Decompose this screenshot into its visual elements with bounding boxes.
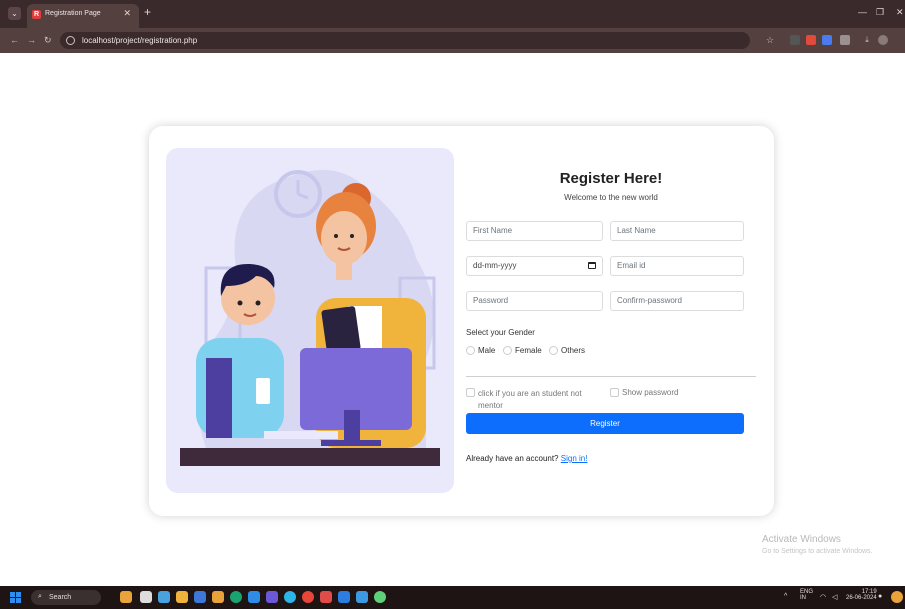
gender-option-female: Female [515,346,542,355]
register-button[interactable]: Register [466,413,744,434]
url-text: localhost/project/registration.php [82,36,198,45]
address-bar: ← → ↻ localhost/project/registration.php… [0,28,905,53]
divider [466,376,756,377]
already-account-label: Already have an account? [466,454,559,463]
app-icon[interactable] [320,591,332,603]
app-icon[interactable] [266,591,278,603]
store-icon[interactable] [248,591,260,603]
gender-option-others: Others [561,346,586,355]
student-checkbox[interactable] [466,388,475,397]
bookmark-star-icon[interactable]: ☆ [766,35,774,46]
app-icon[interactable] [356,591,368,603]
email-input[interactable]: Email id [610,256,744,276]
profile-icon[interactable] [878,35,888,45]
favicon-icon: R [32,10,41,19]
page-viewport: Register Here! Welcome to the new world … [0,53,905,586]
vscode-icon[interactable] [338,591,350,603]
extensions-puzzle-icon[interactable] [840,35,850,45]
task-view-icon[interactable] [140,591,152,603]
folder-icon[interactable] [212,591,224,603]
form-subtitle: Welcome to the new world [564,193,658,202]
wifi-icon[interactable]: ◠ [820,593,826,601]
new-tab-icon[interactable]: + [144,6,151,18]
app-icon[interactable] [284,591,296,603]
weather-icon[interactable] [891,591,903,603]
minimize-icon[interactable]: — [858,7,867,17]
download-icon[interactable]: ⤓ [862,35,872,45]
search-icon: ⌕ [38,593,42,600]
registration-card: Register Here! Welcome to the new world … [149,126,774,516]
chat-icon[interactable] [158,591,170,603]
close-window-icon[interactable]: ✕ [896,7,904,18]
forward-icon[interactable]: → [27,35,36,45]
taskbar-search[interactable]: ⌕ Search [31,590,101,605]
gender-radio-others[interactable] [549,346,558,355]
app-icon[interactable] [374,591,386,603]
illustration [166,148,454,493]
extension-icon[interactable] [822,35,832,45]
taskbar: ⌕ Search ^ ENG IN ◠ ◁ 17:19 26-06-2024 ● [0,586,905,609]
tray-overflow-icon[interactable]: ^ [784,593,787,600]
last-name-input[interactable]: Last Name [610,221,744,241]
show-password-label: Show password [622,388,679,397]
search-label: Search [49,594,72,601]
tab-title: Registration Page [45,10,101,17]
form-title: Register Here! [559,170,663,187]
edge-icon[interactable] [230,591,242,603]
notification-icon[interactable]: ● [878,593,882,600]
volume-icon[interactable]: ◁ [832,593,837,601]
extension-icon[interactable] [806,35,816,45]
reload-icon[interactable]: ↻ [44,35,52,46]
restore-icon[interactable]: ❐ [876,7,884,18]
app-icon[interactable] [176,591,188,603]
gender-radio-female[interactable] [503,346,512,355]
illustration-image [166,170,454,493]
clock[interactable]: 17:19 26-06-2024 [846,589,877,601]
site-info-icon[interactable] [66,36,75,45]
date-of-birth-input[interactable]: dd-mm-yyyy [466,256,603,276]
confirm-password-input[interactable]: Confirm-password [610,291,744,311]
windows-start-icon[interactable] [10,592,21,603]
first-name-input[interactable]: First Name [466,221,603,241]
activate-windows-title: Activate Windows [762,534,841,545]
activate-windows-subtitle: Go to Settings to activate Windows. [762,548,873,555]
chrome-icon[interactable] [302,591,314,603]
registration-form: Register Here! Welcome to the new world … [466,126,756,516]
tab-close-icon[interactable]: ✕ [123,8,131,19]
already-account-text: Already have an account? Sign in! [466,454,587,463]
tab-search-icon[interactable]: ⌄ [8,7,21,20]
show-password-checkbox[interactable] [610,388,619,397]
url-field[interactable]: localhost/project/registration.php [60,32,750,49]
app-icon[interactable] [194,591,206,603]
back-icon[interactable]: ← [10,35,19,45]
clock-date: 26-06-2024 [846,595,877,601]
student-checkbox-label: click if you are an student not mentor [478,389,582,410]
sign-in-link[interactable]: Sign in! [561,454,588,463]
file-explorer-icon[interactable] [120,591,132,603]
extension-icon[interactable] [790,35,800,45]
gender-radio-male[interactable] [466,346,475,355]
password-input[interactable]: Password [466,291,603,311]
language-indicator[interactable]: ENG IN [800,589,813,601]
date-placeholder: dd-mm-yyyy [473,261,517,270]
gender-label: Select your Gender [466,328,535,337]
language-bottom: IN [800,595,806,601]
browser-tab[interactable]: R Registration Page ✕ [27,4,139,28]
browser-tab-bar: ⌄ R Registration Page ✕ + — ❐ ✕ [0,0,905,28]
calendar-icon[interactable] [588,262,596,269]
gender-option-male: Male [478,346,496,355]
